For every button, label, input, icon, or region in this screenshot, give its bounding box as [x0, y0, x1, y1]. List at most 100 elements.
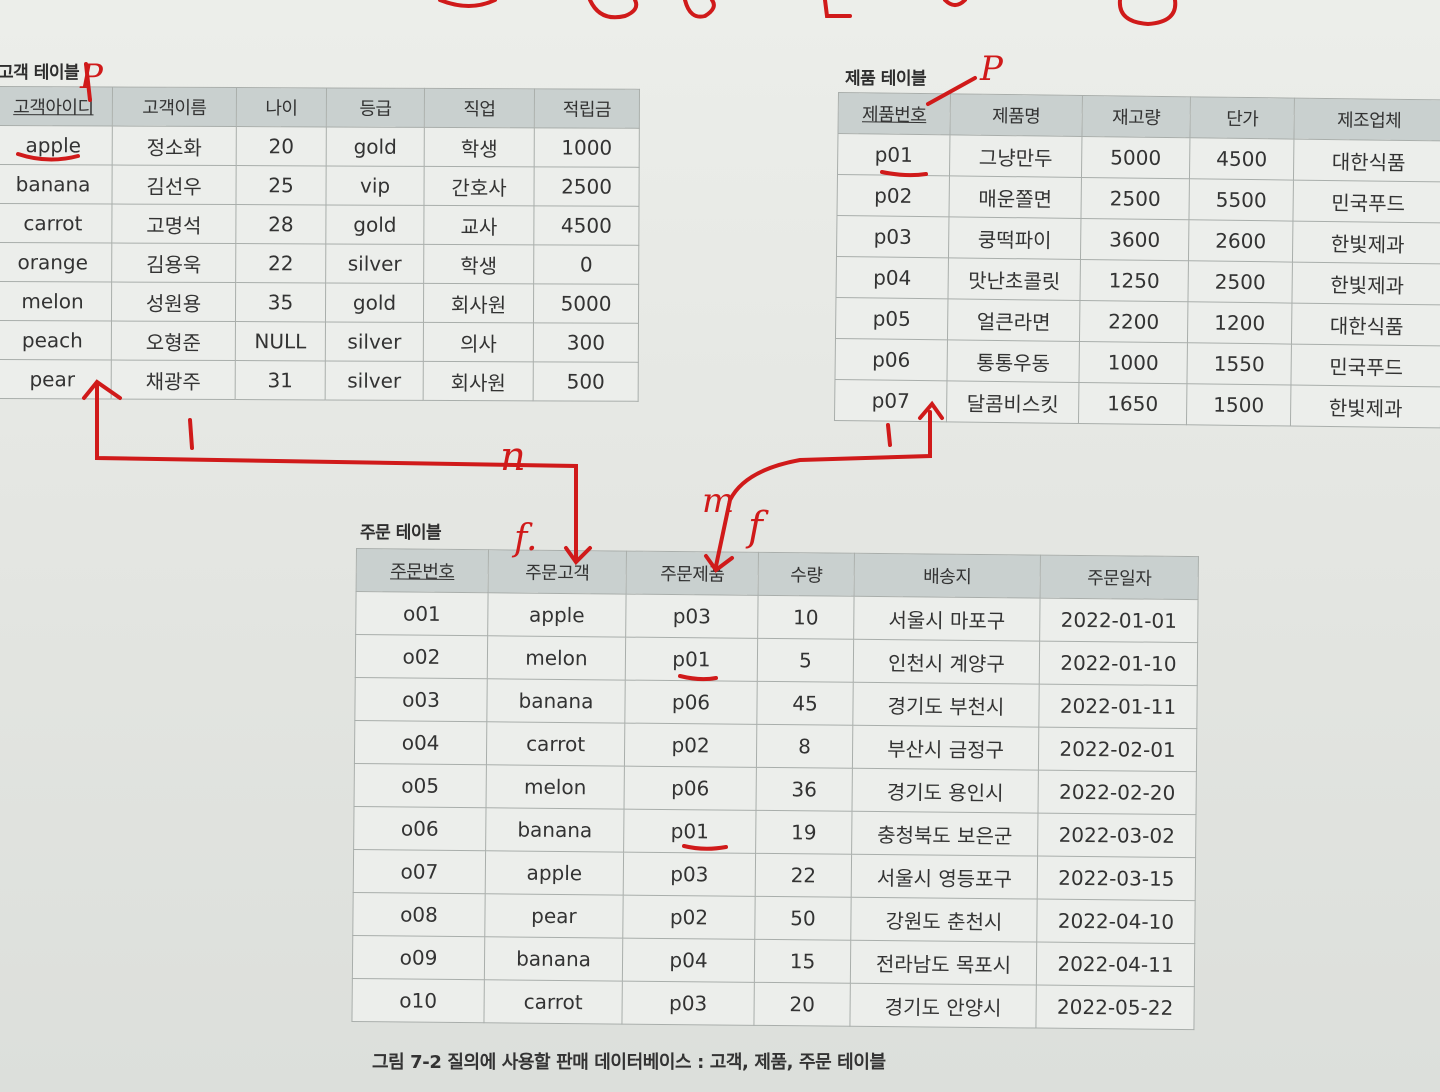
- customer-table-cell: orange: [0, 242, 112, 283]
- customer-table-row: orange 김용욱 22 silver 학생 0: [0, 242, 639, 285]
- order-table-cell: melon: [486, 764, 625, 810]
- product-table-cell: 2200: [1079, 300, 1188, 343]
- customer-table: 고객아이디 고객이름 나이 등급 직업 적립금 apple 정소화 20 gold 학생 1000 b…: [0, 86, 640, 402]
- order-table-cell: 2022-02-20: [1037, 770, 1197, 815]
- order-table-cell: o09: [352, 935, 485, 980]
- product-table-cell: 1650: [1078, 382, 1187, 425]
- order-header-cell: 수량: [758, 552, 855, 597]
- order-table-cell: 45: [756, 681, 854, 726]
- order-table-cell: 경기도 안양시: [849, 983, 1037, 1029]
- order-table-cell: o07: [353, 849, 486, 894]
- order-table-cell: 2022-04-11: [1036, 942, 1195, 987]
- product-table-cell: 달콤비스킷: [946, 380, 1079, 424]
- product-table-cell: 통통우동: [946, 339, 1080, 383]
- order-table-cell: 19: [755, 810, 852, 855]
- order-table-cell: 2022-03-15: [1037, 856, 1196, 901]
- order-table-cell: p03: [621, 981, 755, 1026]
- customer-table-cell: gold: [325, 282, 424, 323]
- order-table-cell: 10: [757, 595, 855, 640]
- order-table-cell: 50: [754, 896, 852, 941]
- customer-table-cell: silver: [325, 360, 424, 401]
- product-table-cell: 매운쫄면: [948, 175, 1082, 219]
- customer-table-cell: 28: [235, 204, 326, 244]
- product-table-cell: 1500: [1186, 383, 1291, 427]
- order-table-cell: p06: [624, 680, 758, 725]
- customer-body: apple 정소화 20 gold 학생 1000 banana 김선우 25 vip 간호사 250…: [0, 125, 640, 402]
- customer-table-cell: 오형준: [111, 321, 236, 361]
- order-table-cell: p04: [622, 938, 755, 983]
- customer-table-cell: 1000: [534, 127, 640, 168]
- order-table-cell: 2022-02-01: [1038, 727, 1197, 772]
- order-table-cell: p03: [625, 594, 759, 639]
- product-table-cell: 대한식품: [1293, 139, 1440, 182]
- order-table-title: 주문 테이블: [360, 523, 442, 543]
- order-table-cell: p06: [624, 766, 757, 811]
- customer-header-cell: 고객이름: [112, 87, 237, 127]
- customer-table-row: melon 성원용 35 gold 회사원 5000: [0, 281, 639, 324]
- customer-table-cell: 2500: [533, 166, 640, 207]
- order-table-row: o10 carrot p03 20 경기도 안양시 2022-05-22: [351, 978, 1195, 1030]
- product-table-cell: 5000: [1081, 136, 1190, 179]
- customer-table-row: carrot 고명석 28 gold 교사 4500: [0, 203, 639, 246]
- product-table-cell: 4500: [1189, 137, 1294, 181]
- order-header-cell: 배송지: [854, 553, 1041, 599]
- order-table-cell: apple: [485, 850, 624, 896]
- product-header-cell: 제품번호: [837, 92, 951, 135]
- order-table-cell: o01: [355, 591, 489, 636]
- product-header-cell: 단가: [1189, 96, 1295, 140]
- customer-table-row: peach 오형준 NULL silver 의사 300: [0, 320, 639, 363]
- product-table-cell: 3600: [1080, 218, 1189, 261]
- product-table-cell: 얼큰라면: [947, 298, 1080, 342]
- order-table-cell: p02: [624, 723, 757, 768]
- order-table-cell: 강원도 춘천시: [850, 897, 1038, 943]
- order-table-cell: 전라남도 목포시: [850, 940, 1037, 986]
- product-table-cell: p02: [836, 174, 950, 217]
- customer-table-cell: 정소화: [112, 126, 237, 166]
- customer-table-title: 고객 테이블: [0, 63, 80, 83]
- order-table-cell: 36: [756, 767, 853, 812]
- order-table-cell: o06: [353, 806, 487, 851]
- order-table-cell: 2022-01-10: [1039, 641, 1198, 686]
- customer-table-cell: 31: [235, 360, 326, 400]
- customer-table-cell: 4500: [533, 205, 639, 246]
- product-table-cell: 2500: [1187, 260, 1293, 304]
- customer-table-cell: 교사: [423, 205, 534, 245]
- order-table-cell: 서울시 마포구: [853, 596, 1041, 642]
- customer-table-cell: 성원용: [111, 282, 236, 322]
- product-table-cell: 1250: [1079, 259, 1189, 302]
- customer-table-row: apple 정소화 20 gold 학생 1000: [0, 125, 640, 168]
- order-header-cell: 주문일자: [1040, 555, 1199, 600]
- order-table-cell: 2022-01-11: [1038, 684, 1198, 729]
- product-table-cell: p03: [836, 215, 949, 258]
- customer-table-cell: 0: [533, 244, 639, 285]
- customer-table-cell: 5000: [533, 283, 639, 324]
- customer-table-cell: 35: [235, 282, 326, 322]
- product-table-cell: 민국푸드: [1290, 344, 1440, 387]
- product-table-cell: 2600: [1188, 219, 1293, 263]
- customer-table-cell: 22: [235, 243, 326, 283]
- customer-table-cell: 김용욱: [111, 243, 236, 283]
- product-table-cell: 민국푸드: [1292, 180, 1440, 223]
- order-table-cell: o03: [354, 677, 488, 722]
- product-table-cell: 한빛제과: [1291, 262, 1440, 305]
- order-table-cell: carrot: [486, 721, 625, 767]
- customer-table-cell: 회사원: [423, 283, 534, 323]
- customer-table-row: pear 채광주 31 silver 회사원 500: [0, 359, 639, 402]
- product-table-cell: 1550: [1186, 342, 1292, 386]
- order-table-cell: p01: [625, 637, 758, 682]
- order-table-cell: banana: [485, 807, 625, 853]
- customer-table-cell: 20: [236, 126, 327, 166]
- product-table-cell: 한빛제과: [1290, 385, 1440, 428]
- customer-table-cell: pear: [0, 359, 112, 400]
- customer-table-cell: silver: [325, 243, 424, 284]
- order-table-cell: 부산시 금정구: [852, 725, 1039, 771]
- product-header-cell: 제품명: [949, 93, 1083, 137]
- order-table-cell: 20: [753, 982, 851, 1027]
- customer-table-cell: 학생: [423, 244, 534, 284]
- customer-table-cell: NULL: [235, 321, 326, 361]
- product-table: 제품번호 제품명 재고량 단가 제조업체 p01 그냥만두 5000 4500 대한식품 p02 매…: [833, 92, 1440, 429]
- order-table-cell: o02: [355, 634, 488, 679]
- product-table-cell: 5500: [1188, 178, 1294, 222]
- product-body: p01 그냥만두 5000 4500 대한식품 p02 매운쫄면 2500 5500 민국푸드 p0…: [834, 133, 1440, 428]
- product-header-cell: 재고량: [1081, 95, 1191, 138]
